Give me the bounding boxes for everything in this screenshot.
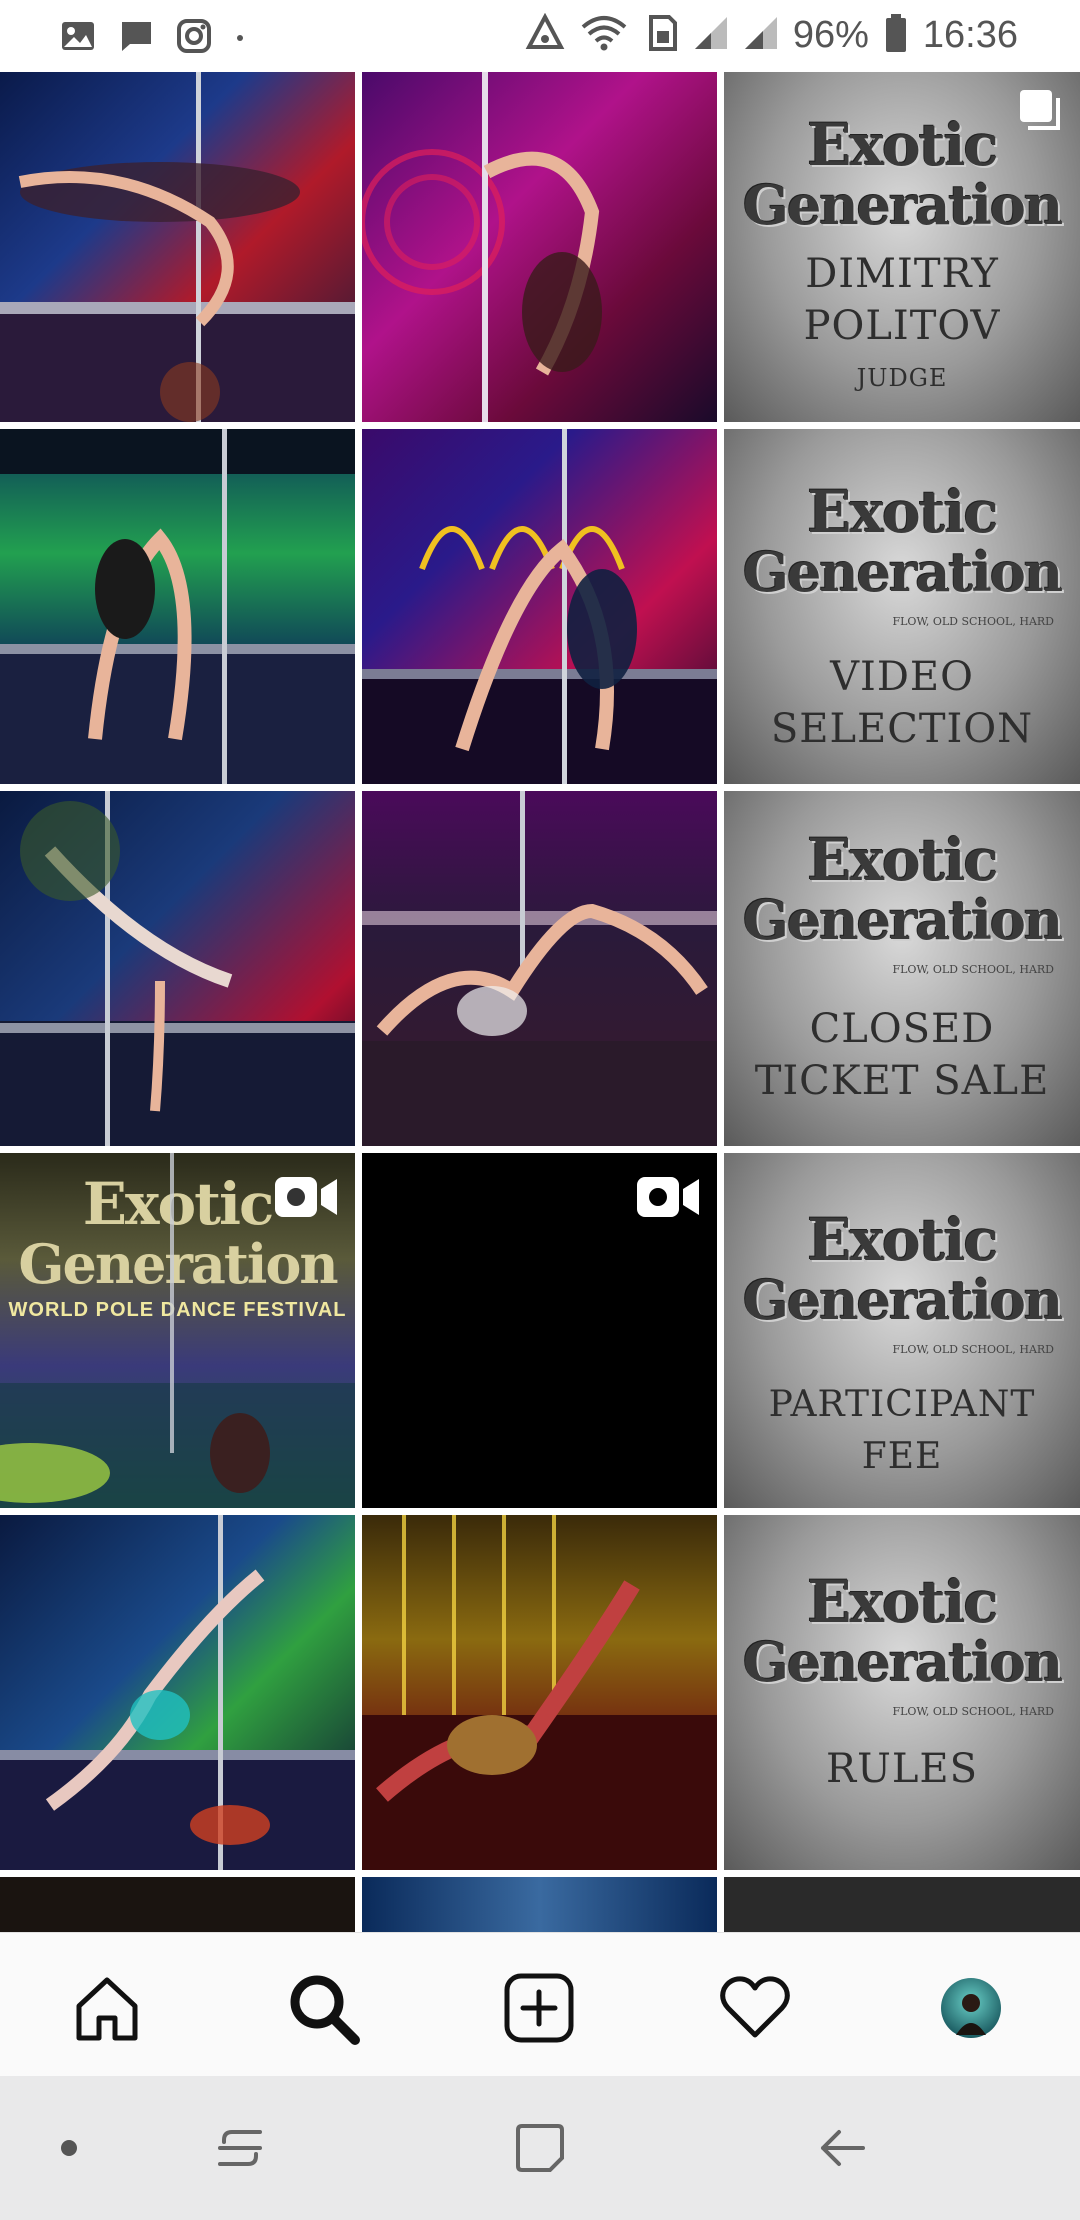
grid-post[interactable]: Exotic Generation FLOW, OLD SCHOOL, HARD… xyxy=(724,429,1080,784)
post-photo xyxy=(0,1515,355,1870)
system-navigation-bar xyxy=(0,2076,1080,2220)
sim-icon xyxy=(643,13,679,58)
post-photo xyxy=(362,72,602,422)
post-caption: VIDEO SELECTION xyxy=(770,654,1034,752)
back-icon xyxy=(821,2130,865,2166)
post-caption: CLOSED TICKET SALE xyxy=(754,1006,1050,1104)
dot-icon xyxy=(234,18,246,59)
search-icon xyxy=(290,1975,360,2045)
grid-post[interactable] xyxy=(0,429,355,784)
post-photo xyxy=(362,1515,717,1870)
profile-button[interactable] xyxy=(926,1963,1016,2053)
recents-icon xyxy=(218,2130,262,2166)
system-dot-button[interactable] xyxy=(34,2118,104,2178)
instagram-icon xyxy=(176,18,212,59)
grid-post[interactable] xyxy=(362,429,717,784)
grid-post[interactable] xyxy=(362,1153,717,1508)
post-photo xyxy=(0,791,355,1146)
post-photo xyxy=(362,429,717,784)
battery-icon xyxy=(883,12,909,59)
home-button[interactable] xyxy=(62,1963,152,2053)
bottom-navigation xyxy=(0,1932,1080,2077)
signal-icon xyxy=(743,13,779,58)
activity-heart-icon xyxy=(720,1976,790,2038)
back-button[interactable] xyxy=(808,2118,878,2178)
new-post-button[interactable] xyxy=(494,1963,584,2053)
home-square-button[interactable] xyxy=(505,2118,575,2178)
status-right-icons: 96% 16:36 xyxy=(525,12,1018,59)
new-post-icon xyxy=(504,1973,574,2043)
post-caption: RULES xyxy=(826,1746,978,1792)
home-icon xyxy=(76,1977,138,2041)
grid-post[interactable] xyxy=(0,1515,355,1870)
grid-post[interactable] xyxy=(362,791,717,1146)
battery-percent: 96% xyxy=(792,14,869,56)
event-logo: Exotic Generation xyxy=(742,1568,1063,1694)
wifi-icon xyxy=(579,13,629,58)
home-square-icon xyxy=(516,2124,564,2172)
event-tagline: FLOW, OLD SCHOOL, HARD xyxy=(892,1705,1055,1718)
data-saver-icon xyxy=(525,12,565,58)
explore-grid: Exotic Generation DIMITRY POLITOV JUDGE xyxy=(0,72,1080,1932)
video-icon xyxy=(635,1175,701,1224)
profile-avatar xyxy=(941,1978,1001,2038)
post-caption: PARTICIPANT FEE xyxy=(768,1384,1036,1477)
grid-post[interactable] xyxy=(0,791,355,1146)
grid-post[interactable]: Exotic Generation DIMITRY POLITOV JUDGE xyxy=(724,72,1080,422)
dot-icon xyxy=(61,2140,77,2156)
post-photo xyxy=(362,791,717,1146)
grid-post[interactable] xyxy=(362,72,717,422)
grid-post[interactable] xyxy=(0,1877,355,1932)
message-icon xyxy=(118,18,154,59)
event-logo: Exotic Generation xyxy=(742,826,1063,952)
grid-post[interactable] xyxy=(0,72,355,422)
post-photo xyxy=(0,429,355,784)
search-button[interactable] xyxy=(278,1963,368,2053)
video-icon xyxy=(273,1175,339,1224)
gallery-icon xyxy=(60,19,96,58)
status-bar: 96% 16:36 xyxy=(0,0,1080,72)
grid-post[interactable] xyxy=(362,1515,717,1870)
event-logo: Exotic Generation xyxy=(742,1206,1063,1332)
signal-icon xyxy=(693,13,729,58)
recents-button[interactable] xyxy=(205,2118,275,2178)
event-tagline: FLOW, OLD SCHOOL, HARD xyxy=(892,1343,1055,1356)
grid-post[interactable] xyxy=(724,1877,1080,1932)
grid-post[interactable]: Exotic Generation WORLD POLE DANCE FESTI… xyxy=(0,1153,355,1508)
multiple-posts-icon xyxy=(1016,86,1066,141)
event-logo: Exotic Generation xyxy=(742,478,1063,604)
status-left-icons xyxy=(60,18,246,59)
status-time: 16:36 xyxy=(922,14,1018,56)
post-caption: DIMITRY POLITOV JUDGE xyxy=(803,251,1001,392)
grid-post[interactable]: Exotic Generation FLOW, OLD SCHOOL, HARD… xyxy=(724,1515,1080,1870)
event-tagline: FLOW, OLD SCHOOL, HARD xyxy=(892,963,1055,976)
grid-post[interactable] xyxy=(362,1877,717,1932)
grid-post[interactable]: Exotic Generation FLOW, OLD SCHOOL, HARD… xyxy=(724,791,1080,1146)
grid-post[interactable]: Exotic Generation FLOW, OLD SCHOOL, HARD… xyxy=(724,1153,1080,1508)
event-tagline: FLOW, OLD SCHOOL, HARD xyxy=(892,615,1055,628)
post-photo xyxy=(0,72,355,422)
activity-button[interactable] xyxy=(710,1963,800,2053)
